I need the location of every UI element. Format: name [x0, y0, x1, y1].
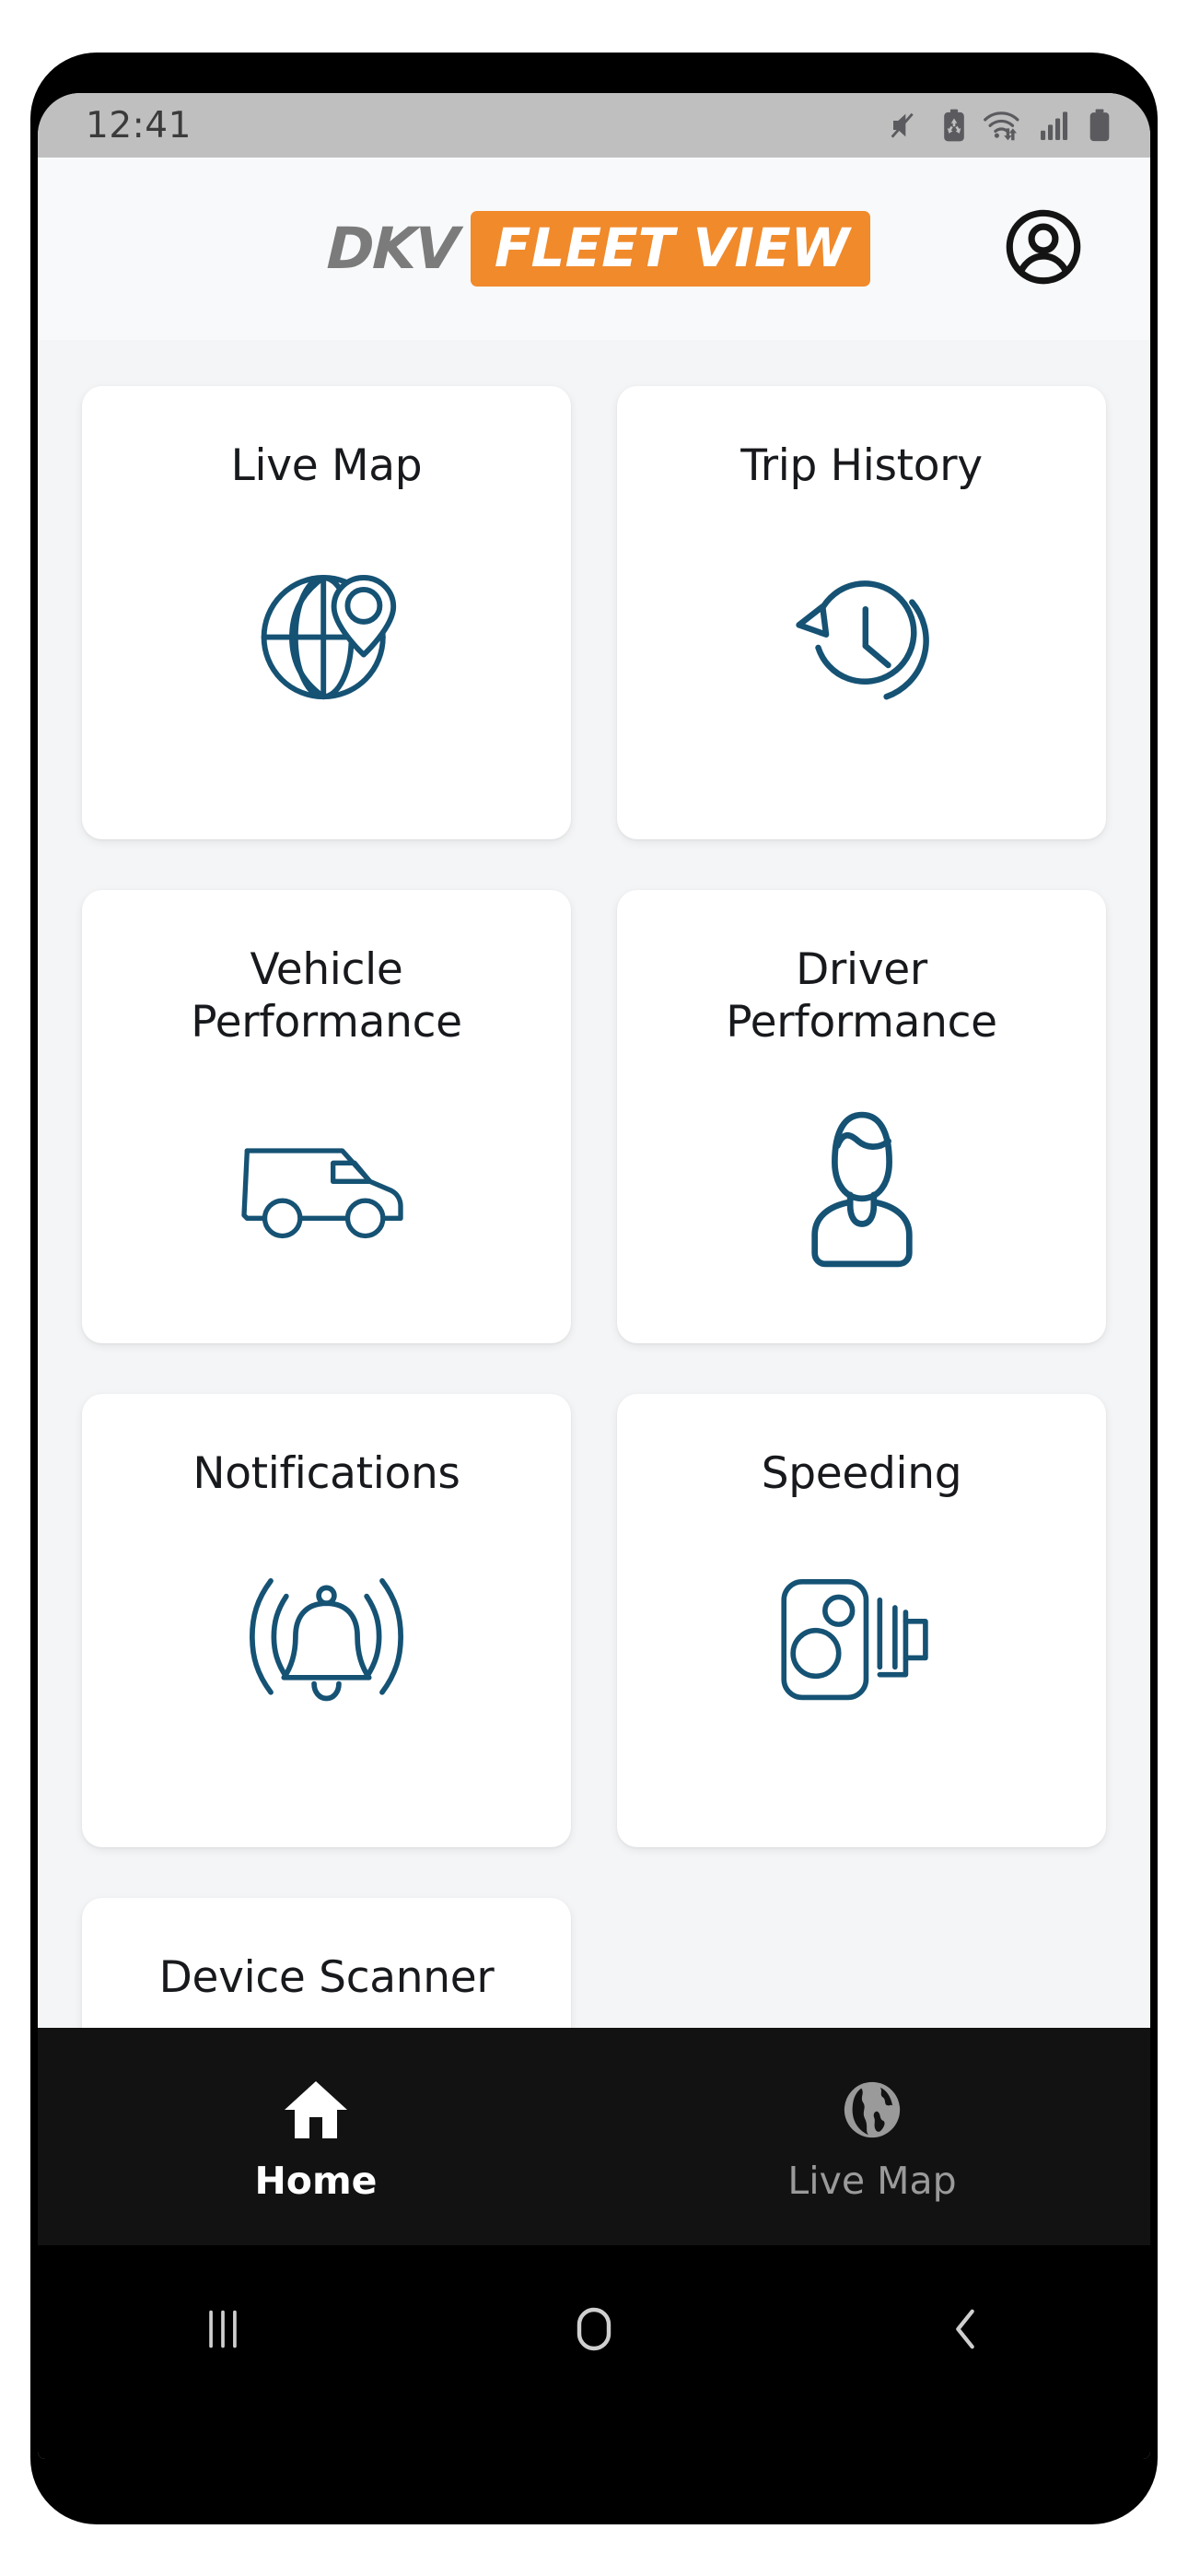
tile-label-live-map: Live Map — [230, 440, 423, 491]
tile-label-line1: Vehicle — [250, 944, 403, 995]
nav-item-live-map[interactable]: Live Map — [594, 2074, 1150, 2200]
tile-driver-performance[interactable]: Driver Performance — [617, 890, 1106, 1343]
van-icon — [235, 1095, 419, 1280]
wifi-transfer-icon — [983, 110, 1023, 141]
bottom-navigation-bar: Home Live Map — [38, 2028, 1150, 2245]
tile-label-line2: Performance — [726, 997, 997, 1048]
status-bar: 12:41 — [38, 93, 1150, 158]
tile-label-vehicle-performance: Vehicle Performance — [191, 943, 462, 1049]
dashboard-scroll-area[interactable]: Live Map Trip History Vehicle Performanc… — [38, 340, 1150, 2212]
clock-history-icon — [775, 538, 949, 722]
home-square-icon — [572, 2305, 616, 2353]
battery-icon — [1088, 109, 1112, 142]
tile-label-line2: Performance — [191, 997, 462, 1048]
home-button[interactable] — [409, 2288, 780, 2371]
recents-button[interactable] — [38, 2288, 409, 2371]
app-logo: DKV FLEET VIEW — [326, 211, 870, 287]
earth-globe-icon — [840, 2074, 904, 2146]
tile-trip-history[interactable]: Trip History — [617, 386, 1106, 839]
speed-camera-icon — [772, 1546, 951, 1730]
volume-mute-icon — [889, 110, 926, 141]
battery-saver-icon — [941, 109, 967, 142]
logo-dkv-text: DKV — [326, 215, 460, 282]
android-system-navigation — [38, 2245, 1150, 2459]
back-chevron-icon — [945, 2306, 985, 2352]
logo-fleetview-badge: FLEET VIEW — [470, 211, 870, 287]
tile-label-trip-history: Trip History — [740, 440, 983, 491]
status-bar-icons — [889, 109, 1112, 142]
tile-label-device-scanner: Device Scanner — [158, 1952, 495, 2003]
account-circle-icon — [1004, 207, 1083, 291]
ringing-bell-icon — [227, 1546, 425, 1730]
home-icon — [283, 2074, 349, 2146]
dashboard-tile-grid: Live Map Trip History Vehicle Performanc… — [38, 340, 1150, 2212]
tile-label-driver-performance: Driver Performance — [726, 943, 997, 1049]
driver-person-icon — [793, 1095, 931, 1280]
tile-label-notifications: Notifications — [192, 1448, 460, 1499]
nav-item-home[interactable]: Home — [38, 2074, 594, 2200]
tile-vehicle-performance[interactable]: Vehicle Performance — [82, 890, 571, 1343]
nav-label-live-map: Live Map — [787, 2158, 957, 2203]
nav-label-home: Home — [254, 2158, 378, 2203]
tile-notifications[interactable]: Notifications — [82, 1394, 571, 1847]
account-button[interactable] — [1001, 206, 1086, 291]
app-header: DKV FLEET VIEW — [38, 158, 1150, 340]
phone-frame: 12:41 DKV FLEET VIEW Live Map Trip Histo… — [30, 53, 1158, 2524]
cellular-signal-icon — [1039, 110, 1072, 141]
globe-pin-icon — [239, 538, 414, 722]
tile-label-line1: Driver — [796, 944, 927, 995]
back-button[interactable] — [779, 2288, 1150, 2371]
recents-icon — [202, 2307, 244, 2351]
tile-speeding[interactable]: Speeding — [617, 1394, 1106, 1847]
phone-screen: 12:41 DKV FLEET VIEW Live Map Trip Histo… — [38, 93, 1150, 2459]
status-bar-clock: 12:41 — [86, 104, 192, 146]
tile-label-speeding: Speeding — [761, 1448, 962, 1499]
tile-live-map[interactable]: Live Map — [82, 386, 571, 839]
